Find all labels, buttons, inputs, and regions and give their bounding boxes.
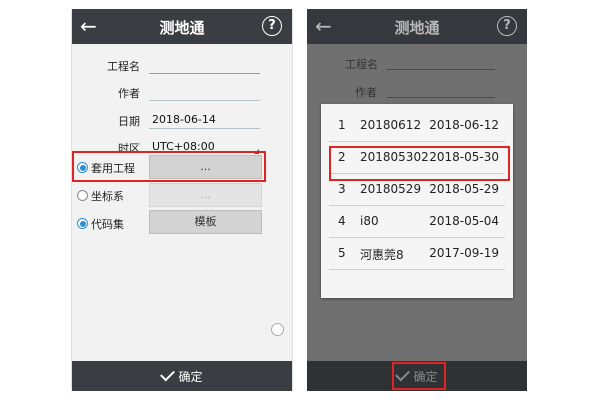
- right-screen: ← 测地通 ? 工程名 作者 1 20180612 2018-06-12 2 20180…: [307, 9, 527, 391]
- highlight-box: [392, 362, 446, 390]
- row-project-name: 河惠莞8: [360, 248, 404, 262]
- row-date: 2017-09-19: [429, 246, 499, 260]
- project-list-row[interactable]: 1 20180612 2018-06-12: [329, 110, 505, 142]
- row-number: 3: [338, 182, 346, 196]
- row-project-name: 20180612: [360, 118, 422, 132]
- row-date: 2018-05-29: [429, 182, 499, 196]
- date-label: 日期: [118, 115, 140, 128]
- coord-system-button[interactable]: ...: [149, 183, 262, 207]
- coord-system-label: 坐标系: [91, 190, 124, 203]
- page-title: 测地通: [394, 19, 440, 37]
- project-list: 1 20180612 2018-06-12 2 201805302 2018-05-30 3…: [329, 110, 505, 270]
- help-icon[interactable]: ?: [497, 16, 517, 36]
- project-name-input[interactable]: [149, 57, 260, 74]
- date-input[interactable]: 2018-06-14: [149, 112, 260, 129]
- row-date: 2018-06-12: [429, 118, 499, 132]
- bg-author-line: [387, 97, 495, 98]
- code-set-label: 代码集: [91, 218, 124, 231]
- row-project-name: 20180529: [360, 182, 422, 196]
- project-list-row[interactable]: 4 i80 2018-05-04: [329, 206, 505, 238]
- project-name-label: 工程名: [107, 60, 140, 73]
- left-screen: ← 测地通 ? 工程名 作者 日期 2018-06-14 时区 UTC+08:0…: [71, 9, 293, 391]
- template-button[interactable]: 模板: [149, 210, 262, 234]
- title-bar: ← 测地通 ?: [72, 9, 292, 44]
- check-icon: [160, 366, 176, 382]
- bg-author-label: 作者: [355, 86, 377, 99]
- highlight-box: [329, 146, 510, 181]
- row-project-name: i80: [360, 214, 379, 228]
- project-list-row[interactable]: 5 河惠莞8 2017-09-19: [329, 238, 505, 270]
- confirm-bar[interactable]: 确定: [72, 361, 292, 391]
- bg-project-line: [387, 69, 495, 70]
- code-set-radio[interactable]: [77, 218, 88, 229]
- page-title: 测地通: [159, 19, 205, 37]
- project-picker-dialog: 1 20180612 2018-06-12 2 201805302 2018-05-30 3…: [321, 104, 513, 298]
- confirm-label: 确定: [178, 370, 203, 384]
- help-icon[interactable]: ?: [262, 16, 282, 36]
- row-number: 4: [338, 214, 346, 228]
- row-date: 2018-05-04: [429, 214, 499, 228]
- author-label: 作者: [118, 87, 140, 100]
- row-number: 1: [338, 118, 346, 132]
- author-input[interactable]: [149, 84, 260, 101]
- row-number: 5: [338, 246, 346, 260]
- highlight-box: [72, 151, 266, 182]
- coord-system-radio[interactable]: [77, 190, 88, 201]
- title-bar: ← 测地通 ?: [307, 9, 527, 44]
- floating-radio[interactable]: [271, 323, 284, 336]
- bg-project-name-label: 工程名: [345, 58, 378, 71]
